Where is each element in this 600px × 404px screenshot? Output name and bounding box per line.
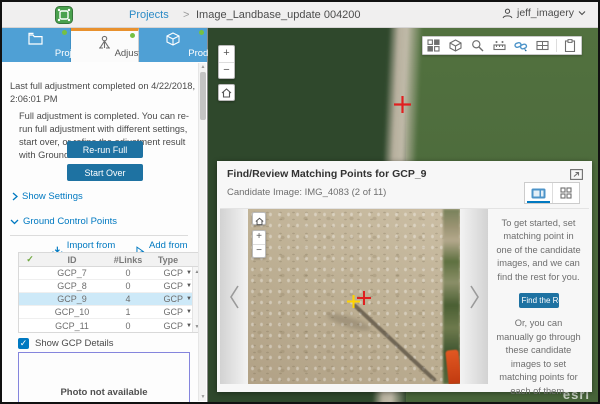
table-row[interactable]: GCP_7 0 GCP ▼ (19, 267, 201, 280)
basemap-icon[interactable] (447, 38, 464, 53)
tab-adjustment[interactable]: Adjustment (71, 28, 140, 62)
image-overview-icon[interactable] (534, 38, 551, 53)
find-the-rest-button[interactable]: Find the Rest (519, 293, 559, 308)
chevron-right-icon (12, 192, 18, 201)
person-icon (502, 8, 513, 19)
left-panel: Project Adjustment Products (2, 28, 208, 402)
gcp-table-header: ✓ ID #Links Type (19, 253, 201, 267)
instruction-text-2: Or, you can manually go through these ca… (496, 317, 581, 398)
home-extent-button[interactable] (218, 84, 235, 101)
drone2map-logo-icon (55, 6, 73, 24)
show-gcp-details-checkbox[interactable]: ✓ (18, 338, 29, 349)
status-dot-icon (199, 30, 204, 35)
rerun-full-button[interactable]: Re-run Full (67, 141, 143, 158)
tab-products[interactable]: Products (139, 28, 207, 62)
sidebar-scrollbar[interactable]: ▲ ▼ (198, 63, 206, 401)
gcp-section-header[interactable]: Ground Control Points (10, 216, 117, 227)
show-gcp-details-label: Show GCP Details (35, 338, 114, 349)
adjustment-status-text: Last full adjustment completed on 4/22/2… (10, 80, 196, 106)
previous-image-button[interactable] (220, 209, 248, 384)
view-toggle (524, 182, 580, 204)
bookmarks-icon[interactable] (425, 38, 442, 53)
folder-icon (2, 32, 70, 47)
chevron-right-icon (468, 284, 481, 310)
search-icon[interactable] (469, 38, 486, 53)
page-title: Image_Landbase_update 004200 (196, 9, 361, 21)
table-row[interactable]: GCP_10 1 GCP ▼ (19, 306, 201, 319)
gcp-photo-preview: Photo not available (18, 352, 190, 402)
gcp-link-editor-icon[interactable] (512, 38, 529, 53)
pole-shadow (352, 303, 437, 382)
photo-zoom-out-button[interactable]: − (253, 244, 265, 257)
candidate-image-viewer: + − To get started, set matching point i… (220, 208, 589, 384)
divider (10, 235, 188, 236)
show-settings-link[interactable]: Show Settings (12, 191, 83, 202)
top-bar: Projects > Image_Landbase_update 004200 … (2, 2, 598, 28)
clipboard-icon[interactable] (562, 38, 579, 53)
single-image-view-icon[interactable] (525, 183, 552, 203)
photo-zoom-in-button[interactable]: + (253, 231, 265, 244)
map-toolbar (422, 36, 582, 55)
start-over-button[interactable]: Start Over (67, 164, 143, 181)
chevron-down-icon (578, 10, 586, 16)
zoom-in-button[interactable]: + (219, 46, 234, 62)
measure-icon[interactable] (491, 38, 508, 53)
map-zoom-control: + − (218, 45, 235, 79)
toolbar-divider (556, 39, 557, 52)
tab-project[interactable]: Project (2, 28, 71, 62)
status-dot-icon (62, 30, 67, 35)
photo-not-available-text: Photo not available (60, 387, 147, 398)
candidate-image-label: Candidate Image: IMG_4083 (2 of 11) (227, 187, 386, 198)
breadcrumb-projects-link[interactable]: Projects (129, 9, 169, 21)
instructions-column: To get started, set matching point in on… (488, 209, 589, 384)
home-icon (221, 88, 232, 98)
table-row[interactable]: GCP_8 0 GCP ▼ (19, 280, 201, 293)
orange-cone (445, 349, 460, 384)
chevron-down-icon (10, 219, 19, 225)
gcp-marker-red-cross[interactable] (394, 96, 411, 113)
map-tree (436, 50, 484, 102)
matching-panel-title: Find/Review Matching Points for GCP_9 (227, 168, 427, 180)
table-row[interactable]: GCP_11 0 GCP ▼ (19, 319, 201, 332)
chevron-left-icon (228, 284, 241, 310)
photo-home-button[interactable] (252, 212, 266, 225)
gcp-table: ✓ ID #Links Type GCP_7 0 GCP ▼ GCP_8 0 G… (18, 252, 202, 333)
home-icon (255, 217, 264, 226)
gcp-red-cross[interactable] (357, 291, 371, 305)
app-window: Projects > Image_Landbase_update 004200 … (0, 0, 600, 404)
user-name: jeff_imagery (517, 7, 574, 19)
select-column-check-icon: ✓ (19, 254, 41, 265)
instruction-text-1: To get started, set matching point in on… (496, 217, 581, 284)
panel-tabs: Project Adjustment Products (2, 28, 207, 62)
next-image-button[interactable] (460, 209, 488, 384)
matching-points-panel: Find/Review Matching Points for GCP_9 Ca… (217, 161, 592, 392)
zoom-out-button[interactable]: − (219, 62, 234, 78)
grid-view-icon[interactable] (552, 183, 580, 203)
candidate-image[interactable]: + − (248, 209, 460, 384)
cube-icon (139, 32, 207, 47)
user-menu[interactable]: jeff_imagery (502, 7, 586, 19)
photo-zoom-control: + − (252, 230, 266, 258)
table-row-selected[interactable]: GCP_9 4 GCP ▼ (19, 293, 201, 306)
breadcrumb-separator: > (183, 9, 189, 21)
